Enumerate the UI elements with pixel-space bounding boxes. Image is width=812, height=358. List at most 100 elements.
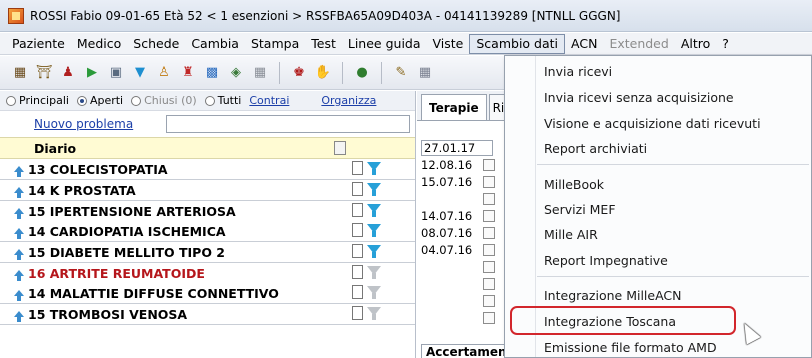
patient-card-icon[interactable]: ▦ <box>10 63 30 83</box>
radio-icon <box>6 95 16 106</box>
menu-stampa[interactable]: Stampa <box>245 34 305 54</box>
menu-item-millebook[interactable]: MilleBook <box>505 173 811 197</box>
filter-icon[interactable] <box>367 224 381 237</box>
document-icon[interactable] <box>352 306 363 320</box>
organizza-link[interactable]: Organizza <box>321 94 376 107</box>
network-icon[interactable]: ◈ <box>226 63 246 83</box>
person-red-icon[interactable]: ♜ <box>178 63 198 83</box>
menu-altro[interactable]: Altro <box>675 34 716 54</box>
contrai-link[interactable]: Contrai <box>249 94 289 107</box>
filter-icon[interactable]: ▼ <box>130 63 150 83</box>
menu-linee-guida[interactable]: Linee guida <box>342 34 427 54</box>
menu-item-invia-ricevi-senza-acquisizione[interactable]: Invia ricevi senza acquisizione <box>505 86 811 110</box>
filter-icon[interactable] <box>367 307 381 320</box>
checkbox[interactable] <box>483 294 495 307</box>
filter-icon[interactable] <box>367 266 381 279</box>
menu-cambia[interactable]: Cambia <box>185 34 245 54</box>
checkbox[interactable] <box>483 243 495 256</box>
problem-group: 15 IPERTENSIONE ARTERIOSA 14 CARDIOPATIA… <box>0 201 415 242</box>
grid-small-icon[interactable]: ▦ <box>415 63 435 83</box>
checkbox[interactable] <box>483 175 495 188</box>
checkbox[interactable] <box>483 209 495 222</box>
date-row: 04.07.16 <box>421 241 503 258</box>
menu-item-servizi-mef[interactable]: Servizi MEF <box>505 198 811 222</box>
hand-icon[interactable]: ✋ <box>313 63 333 83</box>
filter-row: Principali Aperti Chiusi (0) Tutti Contr… <box>0 91 415 111</box>
checkbox[interactable] <box>483 311 495 324</box>
problem-row[interactable]: 15 DIABETE MELLITO TIPO 2 <box>0 242 415 262</box>
problem-row[interactable]: 13 COLECISTOPATIA <box>0 159 415 179</box>
building-icon[interactable]: ⛩ <box>34 63 54 83</box>
document-icon[interactable] <box>352 203 363 217</box>
document-icon[interactable]: ▣ <box>106 63 126 83</box>
problem-row[interactable]: 14 MALATTIE DIFFUSE CONNETTIVO <box>0 283 415 303</box>
date-row <box>421 309 503 326</box>
checkbox[interactable] <box>483 260 495 273</box>
menu-medico[interactable]: Medico <box>71 34 127 54</box>
document-icon[interactable] <box>352 182 363 196</box>
monitor-icon[interactable]: ▩ <box>202 63 222 83</box>
money-bag-icon[interactable]: ● <box>352 63 372 83</box>
menu-item-visione-acquisizione[interactable]: Visione e acquisizione dati ricevuti <box>505 112 811 136</box>
document-icon[interactable] <box>352 285 363 299</box>
new-problem-input[interactable] <box>166 115 410 133</box>
problems-panel: Principali Aperti Chiusi (0) Tutti Contr… <box>0 91 416 358</box>
problem-row[interactable]: 14 CARDIOPATIA ISCHEMICA <box>0 221 415 241</box>
document-icon[interactable] <box>352 161 363 175</box>
menu-item-report-archiviati[interactable]: Report archiviati <box>505 137 811 161</box>
play-arrow-icon[interactable]: ▶ <box>82 63 102 83</box>
filter-icon[interactable] <box>367 286 381 299</box>
problem-row[interactable]: 15 TROMBOSI VENOSA <box>0 304 415 324</box>
menu-test[interactable]: Test <box>305 34 342 54</box>
document-icon[interactable] <box>352 244 363 258</box>
filter-icon[interactable] <box>367 204 381 217</box>
tab-terapie[interactable]: Terapie <box>421 94 487 120</box>
menu-item-report-impegnative[interactable]: Report Impegnative <box>505 249 811 273</box>
filter-icon[interactable] <box>367 162 381 175</box>
filter-icon[interactable] <box>367 183 381 196</box>
menu-item-mille-air[interactable]: Mille AIR <box>505 223 811 247</box>
diario-label: Diario <box>34 140 77 156</box>
problem-row[interactable]: 14 K PROSTATA <box>0 180 415 200</box>
filter-principali[interactable]: Principali <box>6 94 69 107</box>
date-row: 08.07.16 <box>421 224 503 241</box>
menu-schede[interactable]: Schede <box>127 34 185 54</box>
new-problem-link[interactable]: Nuovo problema <box>34 117 166 131</box>
menu-extended[interactable]: Extended <box>603 34 674 54</box>
checkbox[interactable] <box>483 226 495 239</box>
menu-item-invia-ricevi[interactable]: Invia ricevi <box>505 60 811 84</box>
filter-icon[interactable] <box>367 245 381 258</box>
grid-icon[interactable]: ▦ <box>250 63 270 83</box>
tab-accertamenti[interactable]: Accertament <box>421 344 518 358</box>
diario-document-icon[interactable] <box>334 141 346 155</box>
radio-icon <box>204 95 215 106</box>
pencil-icon[interactable]: ✎ <box>391 63 411 83</box>
checkbox[interactable] <box>483 158 495 171</box>
menu-help[interactable]: ? <box>716 34 735 54</box>
arrow-up-icon <box>14 290 24 301</box>
people-icon[interactable]: ♙ <box>154 63 174 83</box>
toolbar-separator <box>342 61 343 84</box>
problem-row[interactable]: 16 ARTRITE REUMATOIDE <box>0 263 415 283</box>
date-field[interactable]: 27.01.17 <box>421 140 493 156</box>
window-title: ROSSI Fabio 09-01-65 Età 52 < 1 esenzion… <box>30 8 621 23</box>
arrow-up-icon <box>14 228 24 239</box>
menu-paziente[interactable]: Paziente <box>6 34 71 54</box>
problem-row[interactable]: 15 IPERTENSIONE ARTERIOSA <box>0 201 415 221</box>
menu-viste[interactable]: Viste <box>427 34 470 54</box>
document-icon[interactable] <box>352 265 363 279</box>
diario-row[interactable]: Diario <box>0 137 415 159</box>
stamp-icon[interactable]: ♚ <box>289 63 309 83</box>
checkbox[interactable] <box>483 277 495 290</box>
menu-item-integrazione-milleacn[interactable]: Integrazione MilleACN <box>505 284 811 308</box>
user-red-icon[interactable]: ♟ <box>58 63 78 83</box>
document-icon[interactable] <box>352 223 363 237</box>
filter-tutti[interactable]: Tutti <box>204 94 241 107</box>
arrow-up-icon <box>14 311 24 322</box>
menu-scambio-dati[interactable]: Scambio dati <box>469 33 566 54</box>
filter-aperti[interactable]: Aperti <box>76 94 123 107</box>
checkbox[interactable] <box>483 192 495 205</box>
filter-chiusi[interactable]: Chiusi (0) <box>131 94 197 107</box>
menu-acn[interactable]: ACN <box>565 34 603 54</box>
menu-item-emissione-file-amd[interactable]: Emissione file formato AMD <box>505 336 811 358</box>
